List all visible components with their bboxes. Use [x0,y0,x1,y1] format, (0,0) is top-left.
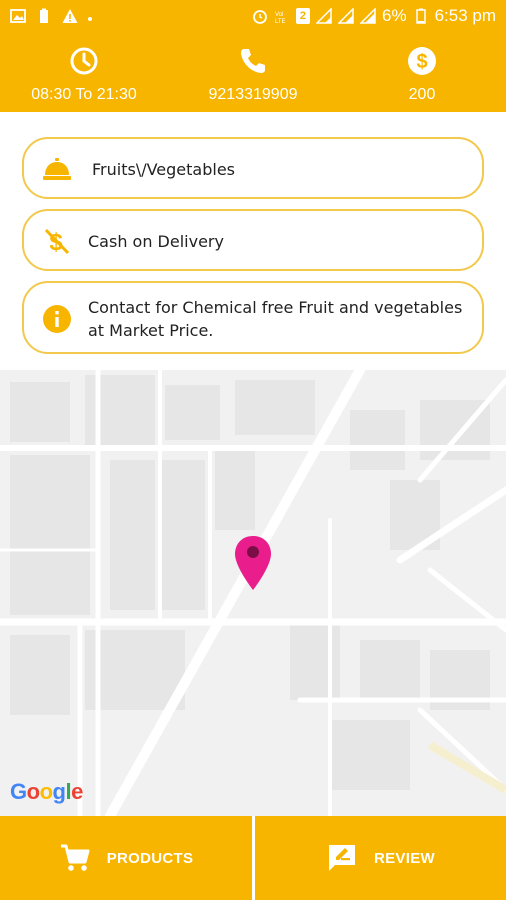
battery-percent: 6% [381,6,407,25]
info-card: Contact for Chemical free Fruit and vege… [22,281,484,354]
minimum-amount: 200 [408,86,436,103]
phone-number[interactable]: 9213319909 [169,86,337,104]
food-cloche-icon [43,158,71,180]
store-location-map[interactable] [0,370,506,816]
battery-icon [415,8,426,24]
dollar-icon: $ [408,47,436,75]
review-button[interactable]: REVIEW [255,816,506,900]
sim-badge: 2 [295,8,310,24]
opening-hours: 08:30 To 21:30 [31,86,137,103]
volte-icon: VolLTE [275,12,286,24]
status-bar: Vol LTE 2 6% 6:53 pm [0,0,506,36]
products-label: PRODUCTS [106,849,194,867]
lte-signal-icon [337,8,354,24]
notification-dot [88,17,92,21]
bottom-nav: PRODUCTS REVIEW [0,816,506,900]
hours-info: 08:30 To 21:30 [0,36,168,112]
phone-icon[interactable] [238,46,268,76]
map-streets [0,370,506,816]
location-marker-icon[interactable] [233,534,273,592]
category-card: Fruits\/Vegetables [22,137,484,199]
info-icon [43,305,71,333]
review-icon [329,845,355,871]
category-text: Fruits\/Vegetables [92,160,235,179]
warning-icon [62,9,78,23]
status-time: 6:53 pm [434,6,496,25]
signal-2-icon [359,8,376,24]
signal-1-icon [315,8,332,24]
clock-icon [70,47,98,75]
svg-text:$: $ [416,51,427,73]
review-label: REVIEW [374,849,435,867]
battery-alert-icon [40,8,48,23]
svg-text:LTE: LTE [275,19,286,24]
svg-text:Vol: Vol [275,12,283,18]
google-logo: Google [10,779,83,804]
payment-text: Cash on Delivery [88,232,224,251]
status-right-icons: Vol LTE 2 6% 6:53 pm [252,6,496,26]
payment-card: $ Cash on Delivery [22,209,484,271]
info-text: Contact for Chemical free Fruit and vege… [88,298,463,340]
products-button[interactable]: PRODUCTS [0,816,252,900]
cart-icon [60,844,90,871]
status-left-icons [10,8,92,24]
amount-info: $ 200 [338,36,506,112]
image-notification-icon [10,9,26,23]
dollar-strike-icon: $ [44,228,70,256]
store-info-bar: 08:30 To 21:30 9213319909 $ 200 [0,36,506,112]
phone-info[interactable]: 9213319909 [169,36,337,112]
alarm-icon [253,10,267,24]
